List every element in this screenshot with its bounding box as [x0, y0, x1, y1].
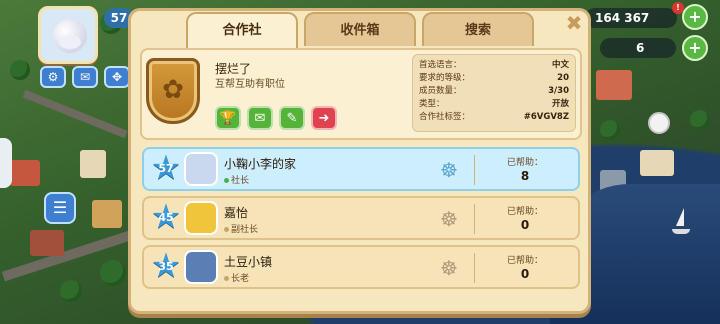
map-marker-icon[interactable]	[648, 112, 670, 134]
stat-member-count: 成员数量： 3/30	[419, 86, 569, 96]
member-role: 副社长	[224, 222, 258, 235]
player-avatar[interactable]	[38, 6, 98, 64]
help-label: 已帮助：	[506, 207, 543, 217]
tab-search[interactable]: 搜索	[422, 12, 534, 46]
pencil-icon[interactable]: ✎	[279, 106, 305, 130]
coop-description: 互帮互助有职位	[215, 79, 285, 90]
stat-required-level: 要求的等级： 20	[419, 73, 569, 83]
member-level: 35	[158, 260, 174, 273]
member-row[interactable]: ★ 45 嘉怡 副社长 ☸ 已帮助： 0	[142, 196, 580, 240]
stat-coop-tag: 合作社标签： #6VGV8Z	[419, 112, 569, 122]
flower-crest-icon: ✿	[162, 75, 184, 105]
member-row[interactable]: ★ 35 土豆小镇 长老 ☸ 已帮助： 0	[142, 245, 580, 289]
avatar[interactable]	[184, 152, 218, 186]
add-gems-button[interactable]: +	[682, 35, 708, 61]
side-panel-handle[interactable]	[0, 138, 12, 188]
trophy-icon[interactable]: 🏆	[215, 106, 241, 130]
member-level: 57	[158, 162, 174, 175]
help-count: 8	[520, 169, 530, 183]
help-count: 0	[520, 267, 530, 281]
divider	[474, 253, 475, 283]
gear-icon[interactable]: ⚙	[40, 66, 66, 88]
coop-stats: 首选语言： 中文 要求的等级： 20 成员数量： 3/30 类型： 开放 合作社标签： #…	[412, 54, 576, 132]
coins-counter: 164 367	[585, 8, 677, 28]
member-name: 嘉怡	[224, 206, 249, 220]
member-name: 小鞠小李的家	[224, 157, 297, 171]
tab-inbox[interactable]: 收件箱	[304, 12, 416, 46]
ship-wheel-icon: ☸	[440, 207, 458, 231]
tab-coop[interactable]: 合作社	[186, 12, 298, 48]
divider	[474, 204, 475, 234]
exit-icon[interactable]: ➜	[311, 106, 337, 130]
move-icon[interactable]: ✥	[104, 66, 130, 88]
chat-icon[interactable]: ☰	[44, 192, 76, 224]
mail-icon[interactable]: ✉	[72, 66, 98, 88]
avatar[interactable]	[184, 201, 218, 235]
member-name: 土豆小镇	[224, 255, 273, 269]
coop-crest: ✿	[146, 58, 200, 124]
add-coins-button[interactable]: +	[682, 4, 708, 30]
help-count: 0	[520, 218, 530, 232]
gems-counter: 6	[600, 38, 676, 58]
help-label: 已帮助：	[506, 256, 543, 266]
close-icon[interactable]: ✖	[565, 13, 583, 33]
ship-wheel-icon: ☸	[440, 158, 458, 182]
ship-wheel-icon: ☸	[440, 256, 458, 280]
member-role: 长老	[224, 271, 249, 284]
member-row[interactable]: ★ 57 小鞠小李的家 社长 ☸ 已帮助： 8	[142, 147, 580, 191]
panel-tabs: 合作社 收件箱 搜索	[186, 12, 534, 48]
poodle-avatar-icon	[53, 19, 87, 53]
hud-button-row: ⚙ ✉ ✥	[40, 66, 130, 88]
member-role: 社长	[224, 173, 249, 186]
mail-icon[interactable]: ✉	[247, 106, 273, 130]
stat-type: 类型： 开放	[419, 99, 569, 109]
coop-action-row: 🏆 ✉ ✎ ➜	[215, 106, 337, 130]
help-label: 已帮助：	[506, 158, 543, 168]
member-level: 45	[158, 211, 174, 224]
avatar[interactable]	[184, 250, 218, 284]
stat-language: 首选语言： 中文	[419, 60, 569, 70]
sailboat-icon	[672, 208, 690, 234]
notification-badge: !	[672, 2, 684, 14]
divider	[474, 155, 475, 185]
